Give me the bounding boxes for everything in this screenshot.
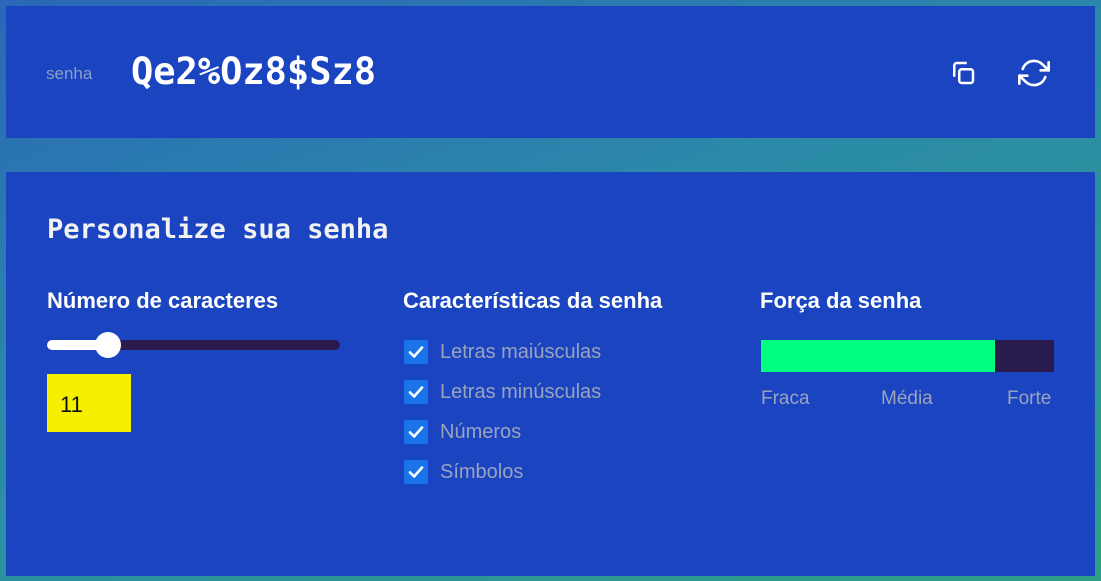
refresh-icon bbox=[1018, 59, 1050, 87]
features-title: Características da senha bbox=[403, 288, 663, 313]
slider-thumb[interactable] bbox=[95, 332, 121, 358]
settings-panel: Personalize sua senha Número de caracter… bbox=[6, 172, 1095, 576]
length-title: Número de caracteres bbox=[47, 288, 279, 313]
feature-label: Letras minúsculas bbox=[440, 380, 602, 403]
strength-meter bbox=[761, 340, 1054, 372]
length-slider[interactable] bbox=[47, 332, 340, 358]
checkbox[interactable] bbox=[404, 380, 428, 404]
feature-option[interactable]: Números bbox=[404, 420, 521, 444]
feature-option[interactable]: Letras minúsculas bbox=[404, 380, 601, 404]
checkbox[interactable] bbox=[404, 420, 428, 444]
length-input[interactable]: 11 bbox=[47, 374, 131, 432]
checkbox[interactable] bbox=[404, 340, 428, 364]
checkmark-icon bbox=[408, 426, 424, 438]
refresh-button[interactable] bbox=[1017, 56, 1051, 90]
feature-label: Letras maiúsculas bbox=[440, 340, 602, 363]
settings-title: Personalize sua senha bbox=[47, 214, 389, 245]
checkmark-icon bbox=[408, 346, 424, 358]
copy-button[interactable] bbox=[946, 56, 980, 90]
password-value[interactable]: Qe2%Oz8$Sz8 bbox=[131, 50, 376, 93]
feature-option[interactable]: Símbolos bbox=[404, 460, 523, 484]
feature-label: Números bbox=[440, 420, 522, 443]
checkbox[interactable] bbox=[404, 460, 428, 484]
strength-fill bbox=[761, 340, 995, 372]
strength-label-strong: Forte bbox=[1007, 388, 1052, 409]
strength-label-weak: Fraca bbox=[761, 388, 810, 409]
strength-label-medium: Média bbox=[881, 388, 933, 409]
feature-option[interactable]: Letras maiúsculas bbox=[404, 340, 601, 364]
copy-icon bbox=[953, 61, 975, 85]
strength-title: Força da senha bbox=[760, 288, 922, 313]
password-label: senha bbox=[46, 64, 93, 83]
feature-label: Símbolos bbox=[440, 460, 524, 483]
password-panel: senha Qe2%Oz8$Sz8 bbox=[6, 6, 1095, 138]
checkmark-icon bbox=[408, 386, 424, 398]
checkmark-icon bbox=[408, 466, 424, 478]
